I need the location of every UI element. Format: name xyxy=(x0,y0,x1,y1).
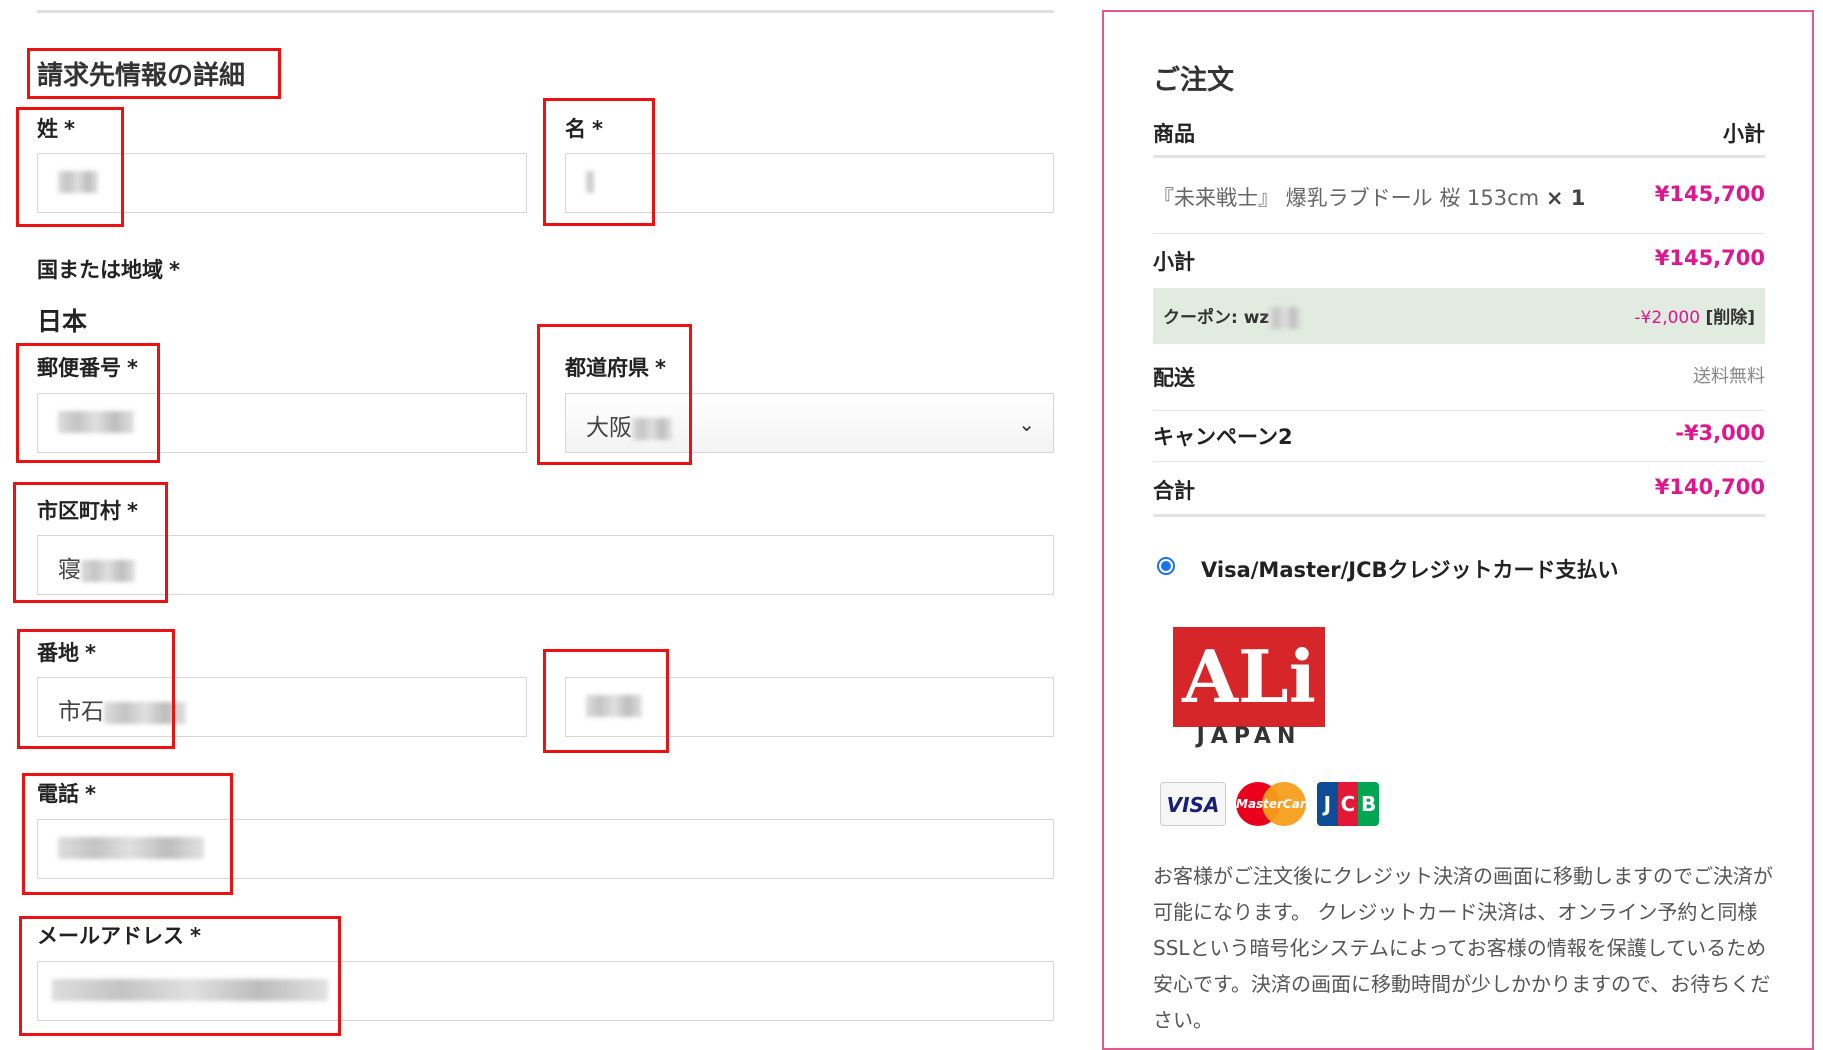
address-label: 番地 * xyxy=(37,641,96,665)
item-qty: × 1 xyxy=(1545,186,1586,210)
payment-method-label[interactable]: Visa/Master/JCBクレジットカード支払い xyxy=(1201,554,1619,584)
first-name-input[interactable] xyxy=(565,153,1054,213)
shipping-value: 送料無料 xyxy=(1693,366,1765,387)
mastercard-icon: MasterCard xyxy=(1236,782,1314,826)
row-divider xyxy=(1153,233,1765,234)
prefecture-label: 都道府県 * xyxy=(565,356,666,380)
subtotal-row: 小計 ¥145,700 xyxy=(1153,246,1765,276)
campaign-label: キャンペーン2 xyxy=(1153,425,1293,449)
address-input[interactable]: 市石 xyxy=(37,677,527,737)
chevron-down-icon: ⌄ xyxy=(1018,412,1035,436)
first-name-label: 名 * xyxy=(565,117,603,141)
coupon-value: -¥2,000 xyxy=(1634,308,1701,328)
last-name-label: 姓 * xyxy=(37,117,75,141)
row-divider xyxy=(1153,410,1765,411)
coupon-label: クーポン: wz xyxy=(1163,308,1270,328)
ali-japan-logo-sub: JAPAN xyxy=(1196,724,1302,749)
total-label: 合計 xyxy=(1153,479,1195,503)
item-price: ¥145,700 xyxy=(1654,182,1765,206)
payment-radio[interactable] xyxy=(1157,557,1175,575)
shipping-row: 配送 送料無料 xyxy=(1153,362,1765,392)
row-divider xyxy=(1153,461,1765,462)
email-input[interactable] xyxy=(37,961,1054,1021)
order-title: ご注文 xyxy=(1153,65,1234,96)
campaign-row: キャンペーン2 -¥3,000 xyxy=(1153,421,1765,451)
phone-input[interactable] xyxy=(37,819,1054,879)
postcode-label: 郵便番号 * xyxy=(37,356,138,380)
campaign-value: -¥3,000 xyxy=(1675,421,1765,445)
subtotal-value: ¥145,700 xyxy=(1654,246,1765,270)
order-item-row: 『未来戦士』 爆乳ラブドール 桜 153cm × 1 ¥145,700 xyxy=(1153,182,1765,212)
ali-japan-logo: ALi xyxy=(1173,627,1325,727)
col-product-header: 商品 xyxy=(1153,122,1195,146)
email-label: メールアドレス * xyxy=(37,924,201,948)
city-value: 寝 xyxy=(58,557,81,583)
prefecture-select[interactable]: 大阪 ⌄ xyxy=(565,393,1054,453)
item-name: 『未来戦士』 爆乳ラブドール 桜 153cm xyxy=(1153,186,1540,210)
order-table-header: 商品 小計 xyxy=(1153,118,1765,148)
address-value: 市石 xyxy=(58,699,104,725)
billing-section-title: 請求先情報の詳細 xyxy=(37,61,246,91)
country-label: 国または地域 * xyxy=(37,258,180,282)
postcode-input[interactable] xyxy=(37,393,527,453)
address-line2-input[interactable] xyxy=(565,677,1054,737)
coupon-remove-link[interactable]: [削除] xyxy=(1705,308,1755,328)
col-subtotal-header: 小計 xyxy=(1723,122,1765,146)
total-row: 合計 ¥140,700 xyxy=(1153,475,1765,505)
city-input[interactable]: 寝 xyxy=(37,535,1054,595)
form-top-divider xyxy=(37,10,1054,13)
city-label: 市区町村 * xyxy=(37,499,138,523)
jcb-icon: J C B xyxy=(1317,782,1380,826)
visa-icon: VISA xyxy=(1160,782,1226,826)
coupon-row: クーポン: wz -¥2,000 [削除] xyxy=(1153,288,1765,344)
total-divider xyxy=(1153,514,1765,517)
last-name-input[interactable] xyxy=(37,153,527,213)
total-value: ¥140,700 xyxy=(1654,475,1765,499)
phone-label: 電話 * xyxy=(37,782,96,806)
shipping-label: 配送 xyxy=(1153,366,1195,390)
header-divider xyxy=(1153,155,1765,158)
prefecture-value: 大阪 xyxy=(586,415,632,441)
subtotal-label: 小計 xyxy=(1153,250,1195,274)
country-value: 日本 xyxy=(37,307,88,336)
payment-description: お客様がご注文後にクレジット決済の画面に移動しますのでご決済が可能になります。 … xyxy=(1153,864,1773,1032)
